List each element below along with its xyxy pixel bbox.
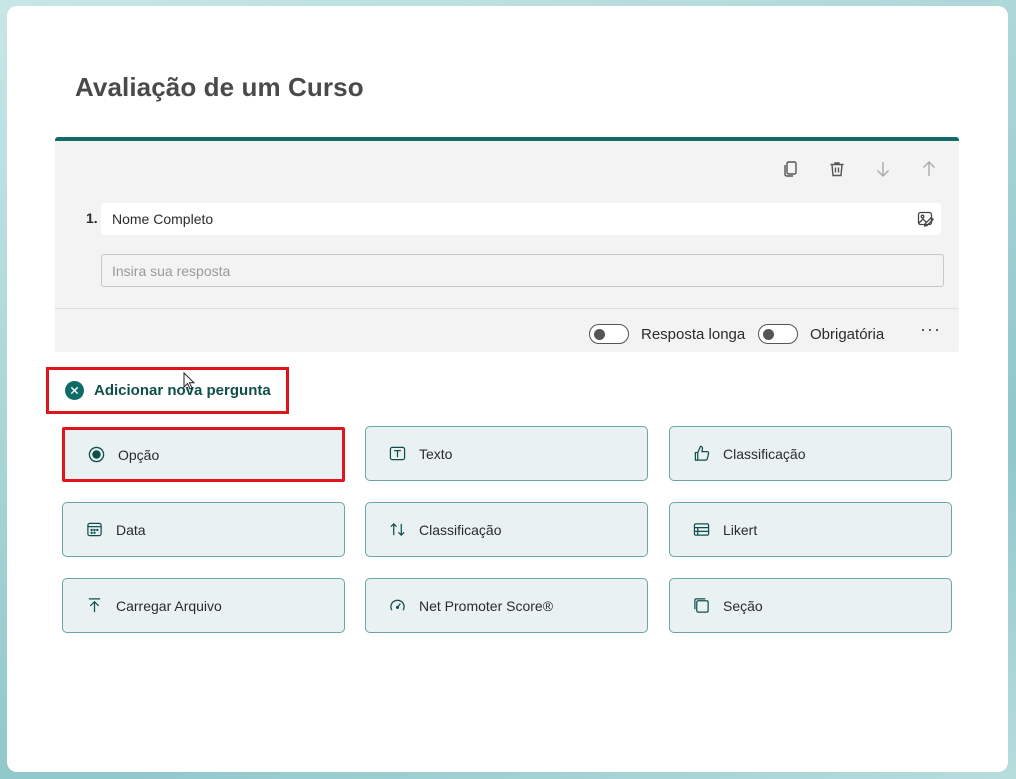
- question-footer: Resposta longa Obrigatória ···: [55, 309, 959, 356]
- insert-media-icon[interactable]: [917, 210, 935, 228]
- option-type-nps[interactable]: Net Promoter Score®: [365, 578, 648, 633]
- calendar-icon: [85, 521, 103, 539]
- move-up-icon[interactable]: [919, 159, 939, 179]
- option-label: Classificação: [419, 521, 502, 538]
- option-label: Carregar Arquivo: [116, 597, 222, 614]
- question-card[interactable]: 1. Nome Completo Resposta longa Obrigató…: [55, 137, 959, 352]
- copy-icon[interactable]: [781, 159, 801, 179]
- move-down-icon[interactable]: [873, 159, 893, 179]
- option-label: Data: [116, 521, 146, 538]
- radio-icon: [87, 446, 105, 464]
- close-circle-icon: [65, 381, 84, 400]
- add-new-question-button[interactable]: Adicionar nova pergunta: [46, 367, 289, 414]
- option-type-upload[interactable]: Carregar Arquivo: [62, 578, 345, 633]
- option-label: Classificação: [723, 445, 806, 462]
- question-title-field[interactable]: Nome Completo: [101, 203, 941, 235]
- required-label: Obrigatória: [810, 326, 885, 343]
- long-answer-label: Resposta longa: [641, 326, 746, 343]
- option-type-likert[interactable]: Likert: [669, 502, 952, 557]
- option-type-section[interactable]: Seção: [669, 578, 952, 633]
- option-type-choice[interactable]: Opção: [62, 427, 345, 482]
- sort-icon: [388, 521, 406, 539]
- option-type-date[interactable]: Data: [62, 502, 345, 557]
- mouse-cursor-icon: [183, 372, 195, 390]
- more-options-button[interactable]: ···: [920, 319, 941, 340]
- required-toggle[interactable]: [758, 324, 798, 344]
- text-icon: [388, 445, 406, 463]
- option-label: Opção: [118, 446, 160, 463]
- option-label: Texto: [419, 445, 453, 462]
- form-title[interactable]: Avaliação de um Curso: [75, 72, 364, 103]
- option-type-text[interactable]: Texto: [365, 426, 648, 481]
- section-icon: [692, 597, 710, 615]
- upload-icon: [85, 597, 103, 615]
- likert-icon: [692, 521, 710, 539]
- toggle-knob: [763, 328, 774, 340]
- question-number: 1.: [86, 210, 98, 226]
- toggle-knob: [594, 328, 605, 340]
- option-label: Net Promoter Score®: [419, 597, 554, 614]
- option-label: Seção: [723, 597, 763, 614]
- long-answer-toggle[interactable]: [589, 324, 629, 344]
- option-label: Likert: [723, 521, 758, 538]
- delete-icon[interactable]: [827, 159, 847, 179]
- thumb-icon: [692, 445, 710, 463]
- option-type-rating[interactable]: Classificação: [669, 426, 952, 481]
- question-toolbar: [781, 159, 939, 179]
- question-title-text: Nome Completo: [112, 211, 214, 227]
- option-type-ranking[interactable]: Classificação: [365, 502, 648, 557]
- form-card: Avaliação de um Curso 1. Nome Completo I…: [7, 6, 1008, 772]
- gauge-icon: [388, 597, 406, 615]
- answer-input[interactable]: [101, 254, 944, 287]
